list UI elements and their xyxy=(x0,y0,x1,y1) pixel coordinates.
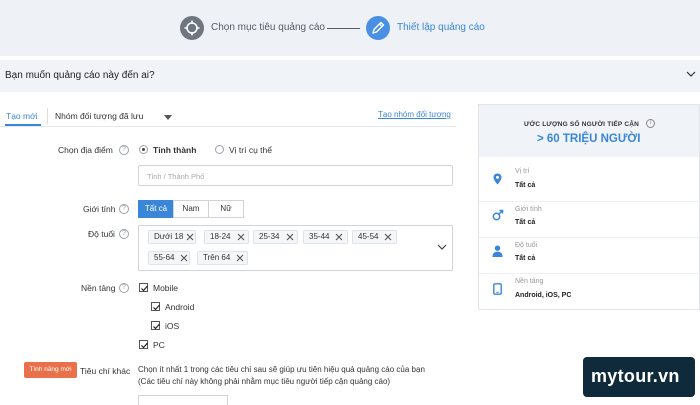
age-chip-label: 55-64 xyxy=(154,253,175,262)
reach-platform-key: Nền tảng xyxy=(515,278,544,285)
checkbox-mobile-label[interactable]: Mobile xyxy=(153,283,178,293)
section-title: Bạn muốn quảng cáo này đến ai? xyxy=(5,70,155,81)
age-chip-label: 25-34 xyxy=(259,232,280,241)
other-criteria-note: (Các tiêu chí này không phải nhằm mục ti… xyxy=(138,377,391,386)
divider xyxy=(479,237,699,238)
province-placeholder: Tỉnh / Thành Phố xyxy=(147,172,205,181)
watermark-text: mytour.vn xyxy=(591,366,680,386)
help-icon[interactable]: ? xyxy=(119,204,129,214)
caret-down-icon[interactable] xyxy=(164,114,172,123)
step-2-label[interactable]: Thiết lập quảng cáo xyxy=(397,22,485,33)
reach-estimate-panel: ƯỚC LƯỢNG SỐ NGƯỜI TIẾP CẬN i > 60 TRIỆU… xyxy=(478,104,700,310)
checkbox-ios[interactable] xyxy=(151,321,160,330)
age-chip-label: 35-44 xyxy=(309,232,330,241)
checkbox-pc[interactable] xyxy=(139,340,148,349)
reach-platform-value: Android, iOS, PC xyxy=(515,292,572,299)
remove-chip-icon[interactable] xyxy=(335,233,343,241)
divider xyxy=(479,201,699,202)
age-chip-label: 45-54 xyxy=(358,232,379,241)
device-icon xyxy=(493,283,502,297)
age-chip-label: Dưới 18 xyxy=(154,232,184,241)
reach-age-value: Tất cả xyxy=(515,255,536,262)
watermark-logo: mytour.vn xyxy=(583,357,695,397)
help-icon[interactable]: ? xyxy=(119,229,129,239)
age-chip-label: Trên 64 xyxy=(203,253,231,262)
reach-location-value: Tất cả xyxy=(515,182,536,189)
reach-gender-value: Tất cả xyxy=(515,219,536,226)
info-icon[interactable]: i xyxy=(646,119,655,128)
gender-icon xyxy=(492,209,504,223)
reach-location-key: Vị trí xyxy=(515,168,530,175)
checkbox-android[interactable] xyxy=(151,302,160,311)
remove-chip-icon[interactable] xyxy=(186,233,194,241)
platform-label: Nền tảng xyxy=(81,283,116,293)
radio-specific-location-label[interactable]: Vị trí cụ thể xyxy=(229,145,272,155)
chevron-down-icon[interactable] xyxy=(686,69,696,81)
new-feature-badge: Tính năng mới xyxy=(24,362,77,378)
audience-section-header[interactable]: Bạn muốn quảng cáo này đến ai? xyxy=(0,60,700,92)
person-icon xyxy=(492,245,503,259)
reach-title: ƯỚC LƯỢNG SỐ NGƯỜI TIẾP CẬN xyxy=(524,121,640,128)
reach-gender-key: Giới tính xyxy=(515,206,542,213)
gender-all-button[interactable]: Tất cả xyxy=(138,200,174,218)
reach-header: ƯỚC LƯỢNG SỐ NGƯỜI TIẾP CẬN i > 60 TRIỆU… xyxy=(479,105,699,157)
age-label: Độ tuổi xyxy=(88,229,115,239)
crosshair-icon[interactable] xyxy=(180,16,204,40)
tab-divider xyxy=(47,108,48,124)
radio-province-label[interactable]: Tỉnh thành xyxy=(153,145,196,155)
remove-chip-icon[interactable] xyxy=(236,254,244,262)
help-icon[interactable]: ? xyxy=(119,145,129,155)
tab-saved-audience[interactable]: Nhóm đối tượng đã lưu xyxy=(55,111,143,121)
location-label: Chọn địa điểm xyxy=(58,145,113,155)
remove-chip-icon[interactable] xyxy=(384,233,392,241)
province-input[interactable]: Tỉnh / Thành Phố xyxy=(138,165,453,186)
tab-baseline xyxy=(0,126,456,127)
reach-age-key: Độ tuổi xyxy=(515,242,538,249)
gender-label: Giới tính xyxy=(83,204,116,214)
step-connector xyxy=(327,28,360,29)
divider xyxy=(479,273,699,274)
pencil-icon[interactable] xyxy=(366,16,390,40)
checkbox-android-label[interactable]: Android xyxy=(165,302,194,312)
checkbox-ios-label[interactable]: iOS xyxy=(165,321,179,331)
step-1-label[interactable]: Chọn mục tiêu quảng cáo xyxy=(211,22,325,33)
other-criteria-field[interactable] xyxy=(138,395,228,405)
location-pin-icon xyxy=(493,173,502,187)
chevron-down-icon[interactable] xyxy=(437,243,447,253)
checkbox-mobile[interactable] xyxy=(139,283,148,292)
step-bar: Chọn mục tiêu quảng cáo Thiết lập quảng … xyxy=(0,0,700,56)
remove-chip-icon[interactable] xyxy=(180,254,188,262)
help-icon[interactable]: ? xyxy=(119,283,129,293)
gender-female-button[interactable]: Nữ xyxy=(208,200,244,218)
other-criteria-description: Chọn ít nhất 1 trong các tiêu chí sau sẽ… xyxy=(138,365,425,374)
age-chip-label: 18-24 xyxy=(210,232,231,241)
radio-specific-location[interactable] xyxy=(215,145,224,154)
other-criteria-label: Tiêu chí khác xyxy=(80,366,131,376)
remove-chip-icon[interactable] xyxy=(286,233,294,241)
create-audience-link[interactable]: Tạo nhóm đối tượng xyxy=(378,110,451,119)
remove-chip-icon[interactable] xyxy=(237,233,245,241)
checkbox-pc-label[interactable]: PC xyxy=(153,340,165,350)
tab-new[interactable]: Tạo mới xyxy=(6,111,38,121)
reach-value: > 60 TRIỆU NGƯỜI xyxy=(537,133,641,145)
radio-province[interactable] xyxy=(139,145,148,154)
gender-male-button[interactable]: Nam xyxy=(173,200,209,218)
